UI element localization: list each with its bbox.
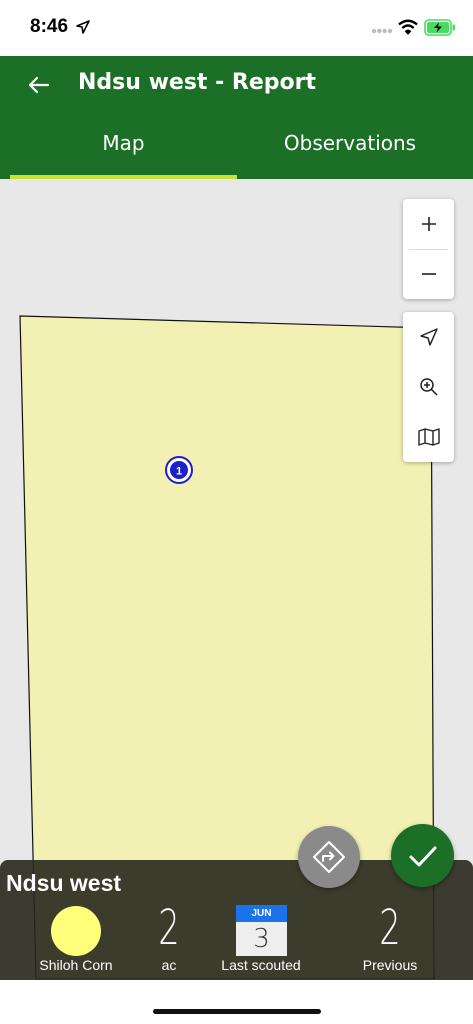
zoom-extent-icon bbox=[419, 378, 438, 396]
calendar-icon: JUN 3 bbox=[236, 905, 287, 956]
previous-value: 2 bbox=[379, 900, 401, 956]
observation-marker-label: 1 bbox=[176, 466, 182, 478]
last-scouted-label: Last scouted bbox=[221, 957, 301, 973]
previous-label: Previous bbox=[362, 957, 418, 973]
locate-icon bbox=[419, 328, 438, 346]
zoom-extent-button[interactable] bbox=[403, 362, 454, 412]
area-unit: ac bbox=[161, 957, 177, 973]
tab-observations[interactable]: Observations bbox=[237, 127, 463, 179]
map-layers-button[interactable] bbox=[403, 412, 454, 462]
back-arrow-icon[interactable] bbox=[24, 70, 54, 100]
zoom-controls bbox=[403, 199, 454, 299]
map-tools bbox=[403, 312, 454, 462]
locate-button[interactable] bbox=[403, 312, 454, 362]
status-bar: 8:46 bbox=[0, 0, 473, 56]
tab-map-label: Map bbox=[102, 131, 145, 155]
field-name: Ndsu west bbox=[6, 870, 122, 896]
done-button[interactable] bbox=[391, 824, 454, 887]
checkmark-icon bbox=[409, 846, 436, 866]
wifi-icon bbox=[398, 19, 418, 35]
signal-icon bbox=[371, 28, 393, 34]
minus-icon bbox=[421, 273, 436, 275]
calendar-month: JUN bbox=[236, 905, 287, 922]
battery-icon bbox=[424, 19, 455, 36]
zoom-out-button[interactable] bbox=[403, 249, 454, 299]
area-value: 2 bbox=[158, 900, 180, 956]
route-icon bbox=[313, 841, 345, 873]
home-indicator[interactable] bbox=[153, 1009, 321, 1014]
crop-color-swatch bbox=[51, 906, 101, 956]
observation-marker[interactable]: 1 bbox=[165, 456, 193, 484]
zoom-in-button[interactable] bbox=[403, 199, 454, 249]
crop-label: Shiloh Corn bbox=[39, 957, 113, 973]
tab-observations-label: Observations bbox=[283, 131, 417, 155]
clock: 8:46 bbox=[30, 16, 69, 37]
calendar-day: 3 bbox=[253, 924, 270, 954]
home-area bbox=[0, 980, 473, 1024]
tab-map[interactable]: Map bbox=[10, 127, 237, 179]
page-title: Ndsu west - Report bbox=[78, 70, 316, 95]
plus-icon bbox=[421, 217, 436, 231]
map-layers-icon bbox=[417, 428, 440, 446]
location-arrow-icon bbox=[76, 20, 90, 34]
route-button[interactable] bbox=[298, 826, 360, 888]
